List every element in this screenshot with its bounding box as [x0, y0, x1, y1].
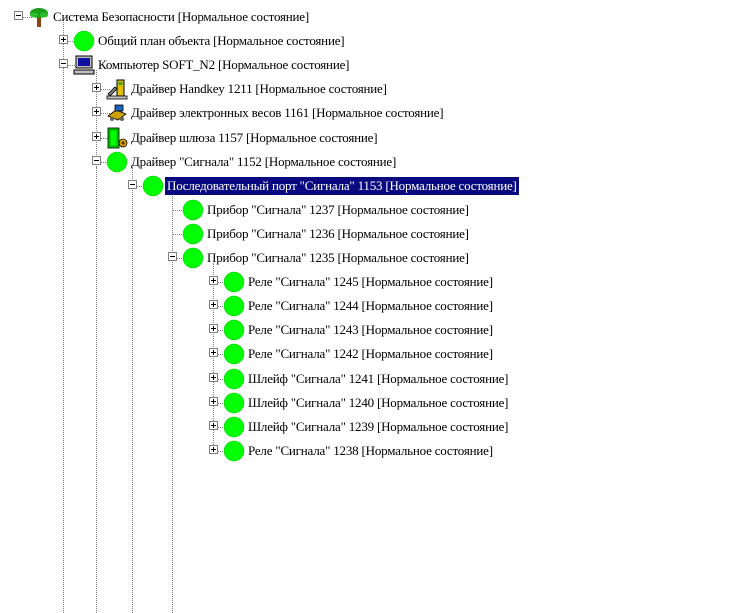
tree-node-label[interactable]: Прибор "Сигнала" 1235 [Нормальное состоя…	[205, 249, 471, 267]
green-status-icon	[223, 319, 245, 341]
tree-node[interactable]: Прибор "Сигнала" 1235 [Нормальное состоя…	[0, 247, 752, 269]
tree-node-label[interactable]: Система Безопасности [Нормальное состоян…	[51, 8, 311, 26]
handkey-icon	[106, 78, 128, 100]
scales-icon	[106, 102, 128, 124]
collapse-minus-icon[interactable]	[59, 59, 68, 69]
expand-plus-icon[interactable]	[92, 107, 101, 117]
tree-node[interactable]: Драйвер шлюза 1157 [Нормальное состояние…	[0, 127, 752, 149]
tree-icon	[28, 6, 50, 28]
gateway-icon	[106, 127, 128, 149]
green-status-icon	[142, 175, 164, 197]
green-status-icon	[223, 271, 245, 293]
green-status-icon	[182, 199, 204, 221]
tree-node[interactable]: Реле "Сигнала" 1244 [Нормальное состояни…	[0, 295, 752, 317]
green-status-icon	[182, 223, 204, 245]
tree-node[interactable]: Шлейф "Сигнала" 1239 [Нормальное состоян…	[0, 416, 752, 438]
expand-plus-icon[interactable]	[92, 131, 101, 141]
tree-node-label[interactable]: Компьютер SOFT_N2 [Нормальное состояние]	[96, 56, 351, 74]
computer-icon	[73, 54, 95, 76]
tree-node-label[interactable]: Реле "Сигнала" 1245 [Нормальное состояни…	[246, 273, 495, 291]
expand-plus-icon[interactable]	[209, 372, 218, 382]
tree-node[interactable]: Драйвер Handkey 1211 [Нормальное состоян…	[0, 78, 752, 100]
tree-node[interactable]: Реле "Сигнала" 1242 [Нормальное состояни…	[0, 343, 752, 365]
expand-plus-icon[interactable]	[209, 276, 218, 286]
expand-plus-icon[interactable]	[209, 324, 218, 334]
tree-node-label[interactable]: Шлейф "Сигнала" 1241 [Нормальное состоян…	[246, 370, 510, 388]
green-status-icon	[223, 295, 245, 317]
tree-node[interactable]: Реле "Сигнала" 1238 [Нормальное состояни…	[0, 440, 752, 462]
tree-node[interactable]: Шлейф "Сигнала" 1241 [Нормальное состоян…	[0, 368, 752, 390]
green-status-icon	[223, 343, 245, 365]
expand-plus-icon[interactable]	[59, 35, 68, 45]
collapse-minus-icon[interactable]	[128, 179, 137, 189]
tree-node[interactable]: Последовательный порт "Сигнала" 1153 [Но…	[0, 175, 752, 197]
tree-node[interactable]: Прибор "Сигнала" 1237 [Нормальное состоя…	[0, 199, 752, 221]
collapse-minus-icon[interactable]	[92, 155, 101, 165]
tree-node-label[interactable]: Общий план объекта [Нормальное состояние…	[96, 32, 346, 50]
tree-node-label[interactable]: Драйвер "Сигнала" 1152 [Нормальное состо…	[129, 153, 398, 171]
collapse-minus-icon[interactable]	[14, 11, 23, 20]
object-tree: Система Безопасности [Нормальное состоян…	[0, 0, 752, 613]
expand-plus-icon[interactable]	[209, 444, 218, 454]
green-status-icon	[223, 392, 245, 414]
expand-plus-icon[interactable]	[92, 83, 101, 93]
tree-node-label[interactable]: Драйвер шлюза 1157 [Нормальное состояние…	[129, 129, 379, 147]
expand-plus-icon[interactable]	[209, 348, 218, 358]
tree-node-label[interactable]: Драйвер электронных весов 1161 [Нормальн…	[129, 104, 445, 122]
tree-node-label[interactable]: Шлейф "Сигнала" 1239 [Нормальное состоян…	[246, 418, 510, 436]
tree-node-label[interactable]: Шлейф "Сигнала" 1240 [Нормальное состоян…	[246, 394, 510, 412]
tree-node-label[interactable]: Драйвер Handkey 1211 [Нормальное состоян…	[129, 80, 389, 98]
tree-node[interactable]: Шлейф "Сигнала" 1240 [Нормальное состоян…	[0, 392, 752, 414]
green-status-icon	[223, 416, 245, 438]
tree-node[interactable]: Прибор "Сигнала" 1236 [Нормальное состоя…	[0, 223, 752, 245]
tree-node[interactable]: Реле "Сигнала" 1245 [Нормальное состояни…	[0, 271, 752, 293]
collapse-minus-icon[interactable]	[168, 252, 177, 261]
green-status-icon	[106, 151, 128, 173]
tree-node-label[interactable]: Реле "Сигнала" 1244 [Нормальное состояни…	[246, 297, 495, 315]
green-status-icon	[223, 440, 245, 462]
tree-node[interactable]: Реле "Сигнала" 1243 [Нормальное состояни…	[0, 319, 752, 341]
expand-plus-icon[interactable]	[209, 300, 218, 310]
tree-node[interactable]: Драйвер электронных весов 1161 [Нормальн…	[0, 102, 752, 124]
tree-node[interactable]: Общий план объекта [Нормальное состояние…	[0, 30, 752, 52]
green-status-icon	[223, 368, 245, 390]
tree-node-label[interactable]: Реле "Сигнала" 1242 [Нормальное состояни…	[246, 345, 495, 363]
tree-node-label[interactable]: Прибор "Сигнала" 1237 [Нормальное состоя…	[205, 201, 471, 219]
green-status-icon	[73, 30, 95, 52]
tree-node-label[interactable]: Реле "Сигнала" 1238 [Нормальное состояни…	[246, 442, 495, 460]
tree-node[interactable]: Система Безопасности [Нормальное состоян…	[0, 6, 752, 28]
green-status-icon	[182, 247, 204, 269]
expand-plus-icon[interactable]	[209, 396, 218, 406]
expand-plus-icon[interactable]	[209, 420, 218, 430]
tree-node[interactable]: Компьютер SOFT_N2 [Нормальное состояние]	[0, 54, 752, 76]
tree-node-label-selected[interactable]: Последовательный порт "Сигнала" 1153 [Но…	[164, 175, 520, 196]
tree-node[interactable]: Драйвер "Сигнала" 1152 [Нормальное состо…	[0, 151, 752, 173]
tree-node-label[interactable]: Реле "Сигнала" 1243 [Нормальное состояни…	[246, 321, 495, 339]
tree-node-label[interactable]: Прибор "Сигнала" 1236 [Нормальное состоя…	[205, 225, 471, 243]
